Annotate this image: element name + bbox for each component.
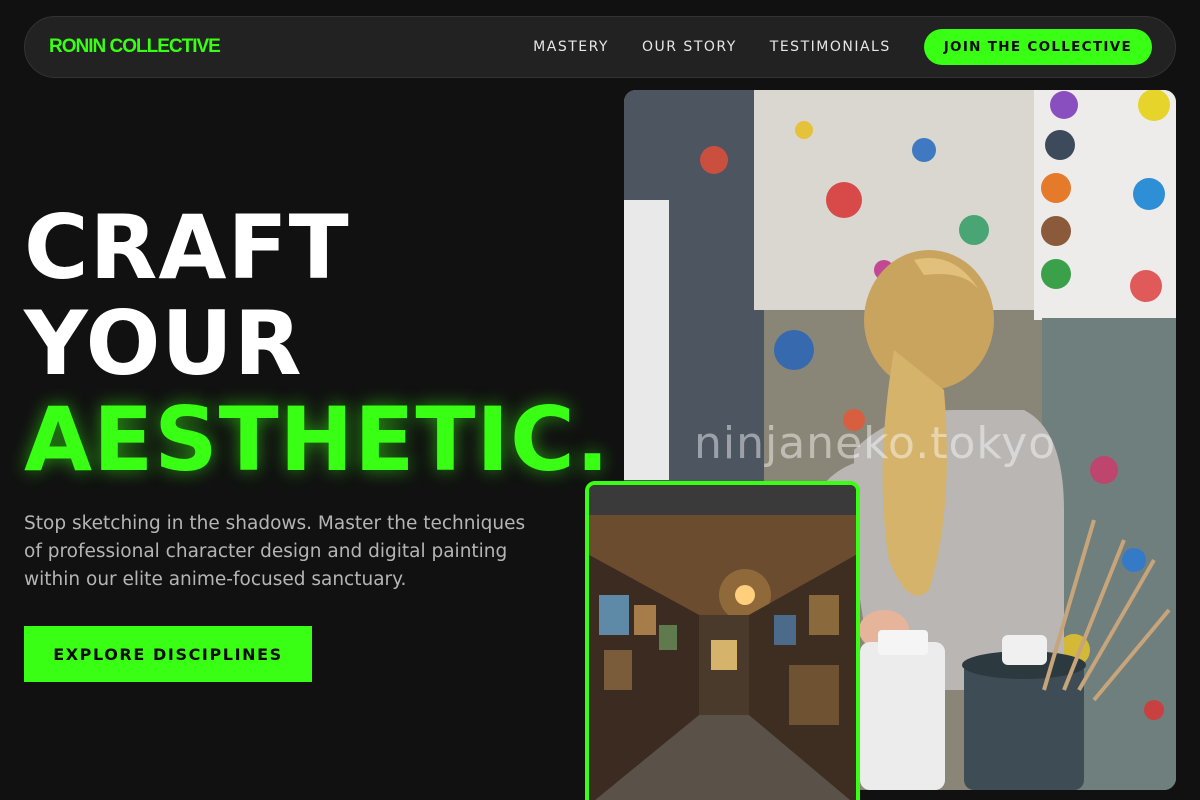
nav-link-our-story[interactable]: OUR STORY <box>642 39 737 55</box>
gallery-corridor-illustration <box>589 485 856 800</box>
nav-link-mastery[interactable]: MASTERY <box>533 39 609 55</box>
join-collective-button[interactable]: JOIN THE COLLECTIVE <box>923 29 1152 65</box>
inset-photo-gallery-corridor <box>585 481 860 800</box>
photo-watermark: ninjaneko.tokyo <box>694 418 1057 469</box>
headline-line-2: YOUR <box>24 292 303 395</box>
headline-accent: AESTHETIC. <box>24 388 611 491</box>
top-nav: RONIN COLLECTIVE MASTERY OUR STORY TESTI… <box>24 16 1176 78</box>
explore-disciplines-button[interactable]: EXPLORE DISCIPLINES <box>24 626 312 682</box>
nav-link-testimonials[interactable]: TESTIMONIALS <box>770 39 891 55</box>
headline-line-1: CRAFT <box>24 196 350 299</box>
hero-subtext: Stop sketching in the shadows. Master th… <box>24 513 526 590</box>
hero-headline: CRAFT YOUR AESTHETIC. <box>24 200 610 488</box>
nav-links: MASTERY OUR STORY TESTIMONIALS JOIN THE … <box>533 29 1152 65</box>
brand-logo[interactable]: RONIN COLLECTIVE <box>49 36 221 58</box>
